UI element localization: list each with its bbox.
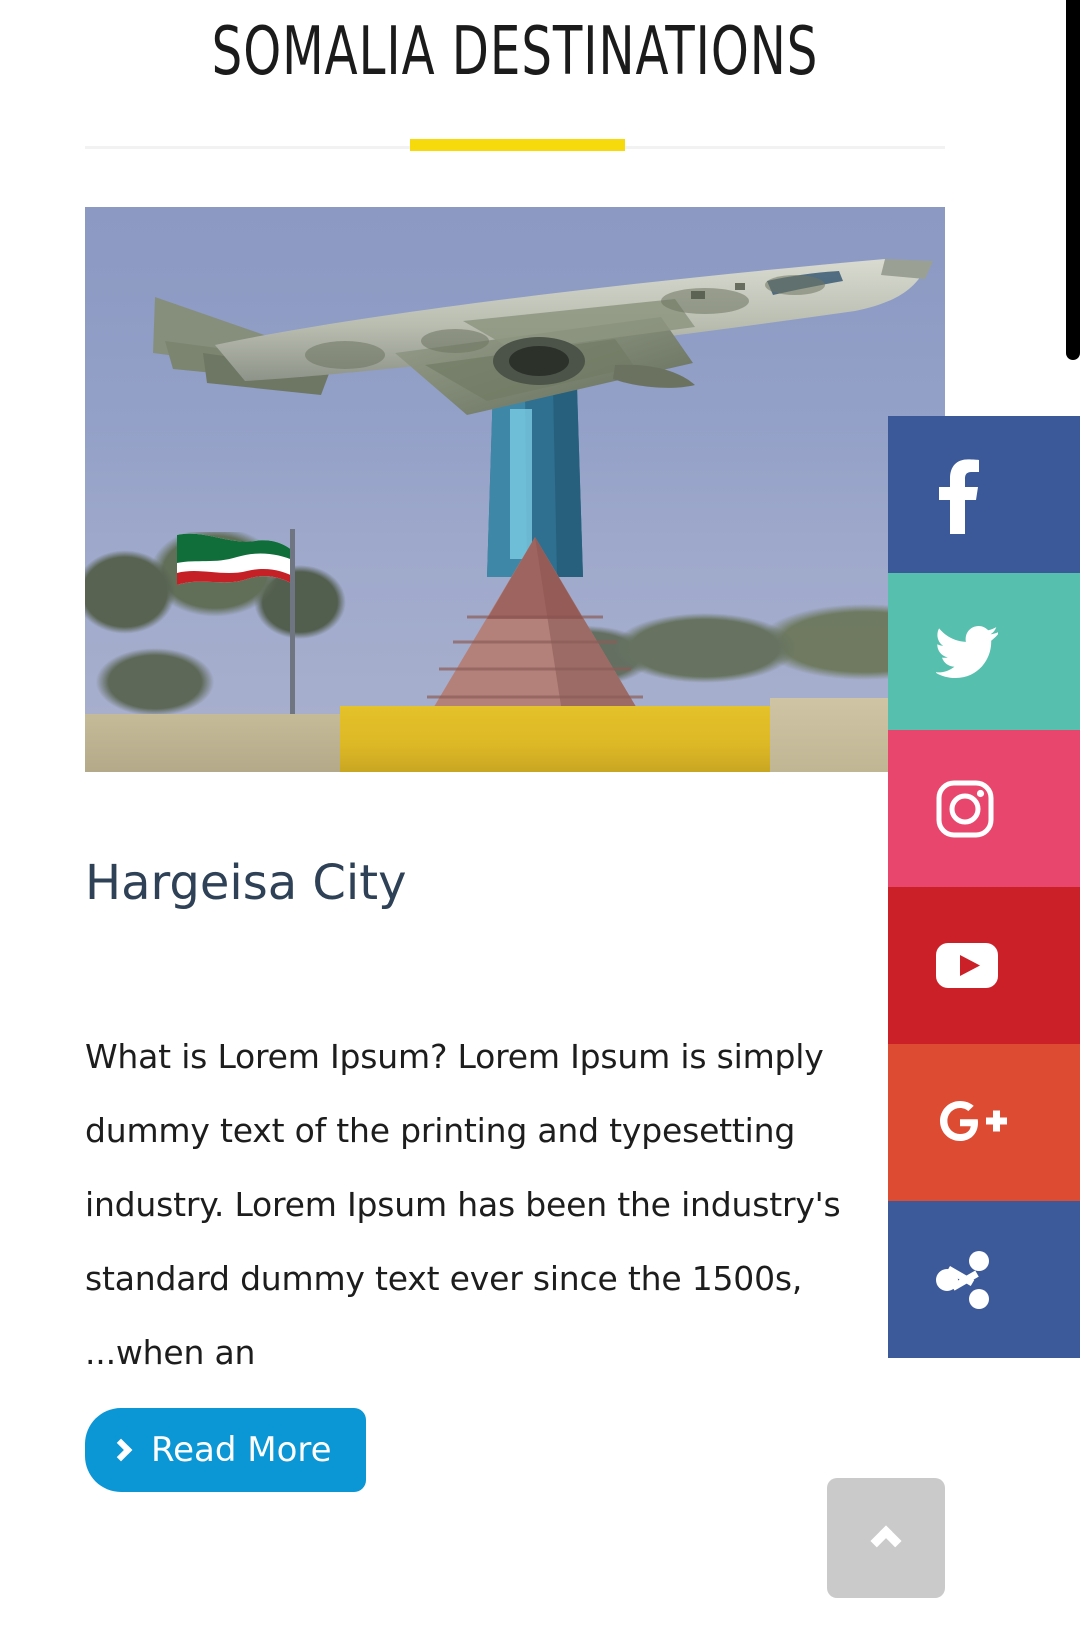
social-button-instagram[interactable] [888,730,1080,887]
read-more-button[interactable]: Read More [85,1408,366,1492]
card-title: Hargeisa City [85,855,407,911]
yellow-wall [340,706,770,772]
social-button-youtube[interactable] [888,887,1080,1044]
social-button-share[interactable] [888,1201,1080,1358]
section-heading: SOMALIA DESTINATIONS [85,18,945,85]
page-scrollbar-thumb[interactable] [1066,0,1080,360]
google-plus-icon [940,1100,1007,1141]
share-icon [936,1250,989,1309]
chevron-up-icon [870,1525,902,1557]
page-root: SOMALIA DESTINATIONS Hargeisa City What … [0,0,1080,1642]
social-button-twitter[interactable] [888,573,1080,730]
somaliland-flag-graphic [177,533,295,585]
fighter-jet-graphic [153,259,933,415]
left-wall [85,714,343,772]
page-title: SOMALIA DESTINATIONS [211,12,819,90]
title-divider [85,139,945,155]
read-more-label: Read More [151,1430,332,1470]
social-button-google-plus[interactable] [888,1044,1080,1201]
divider-accent-dash [410,139,625,151]
destination-image[interactable] [85,207,945,772]
social-button-facebook[interactable] [888,416,1080,573]
youtube-icon [936,943,998,988]
page-scrollbar-track[interactable] [1066,0,1080,1642]
chevron-right-icon [109,1438,133,1462]
scroll-to-top-button[interactable] [827,1478,945,1598]
social-share-rail [888,416,1080,1358]
facebook-icon [939,458,979,534]
instagram-icon [936,780,994,837]
card-body-text: What is Lorem Ipsum? Lorem Ipsum is simp… [85,1037,841,1372]
twitter-icon [936,625,998,678]
